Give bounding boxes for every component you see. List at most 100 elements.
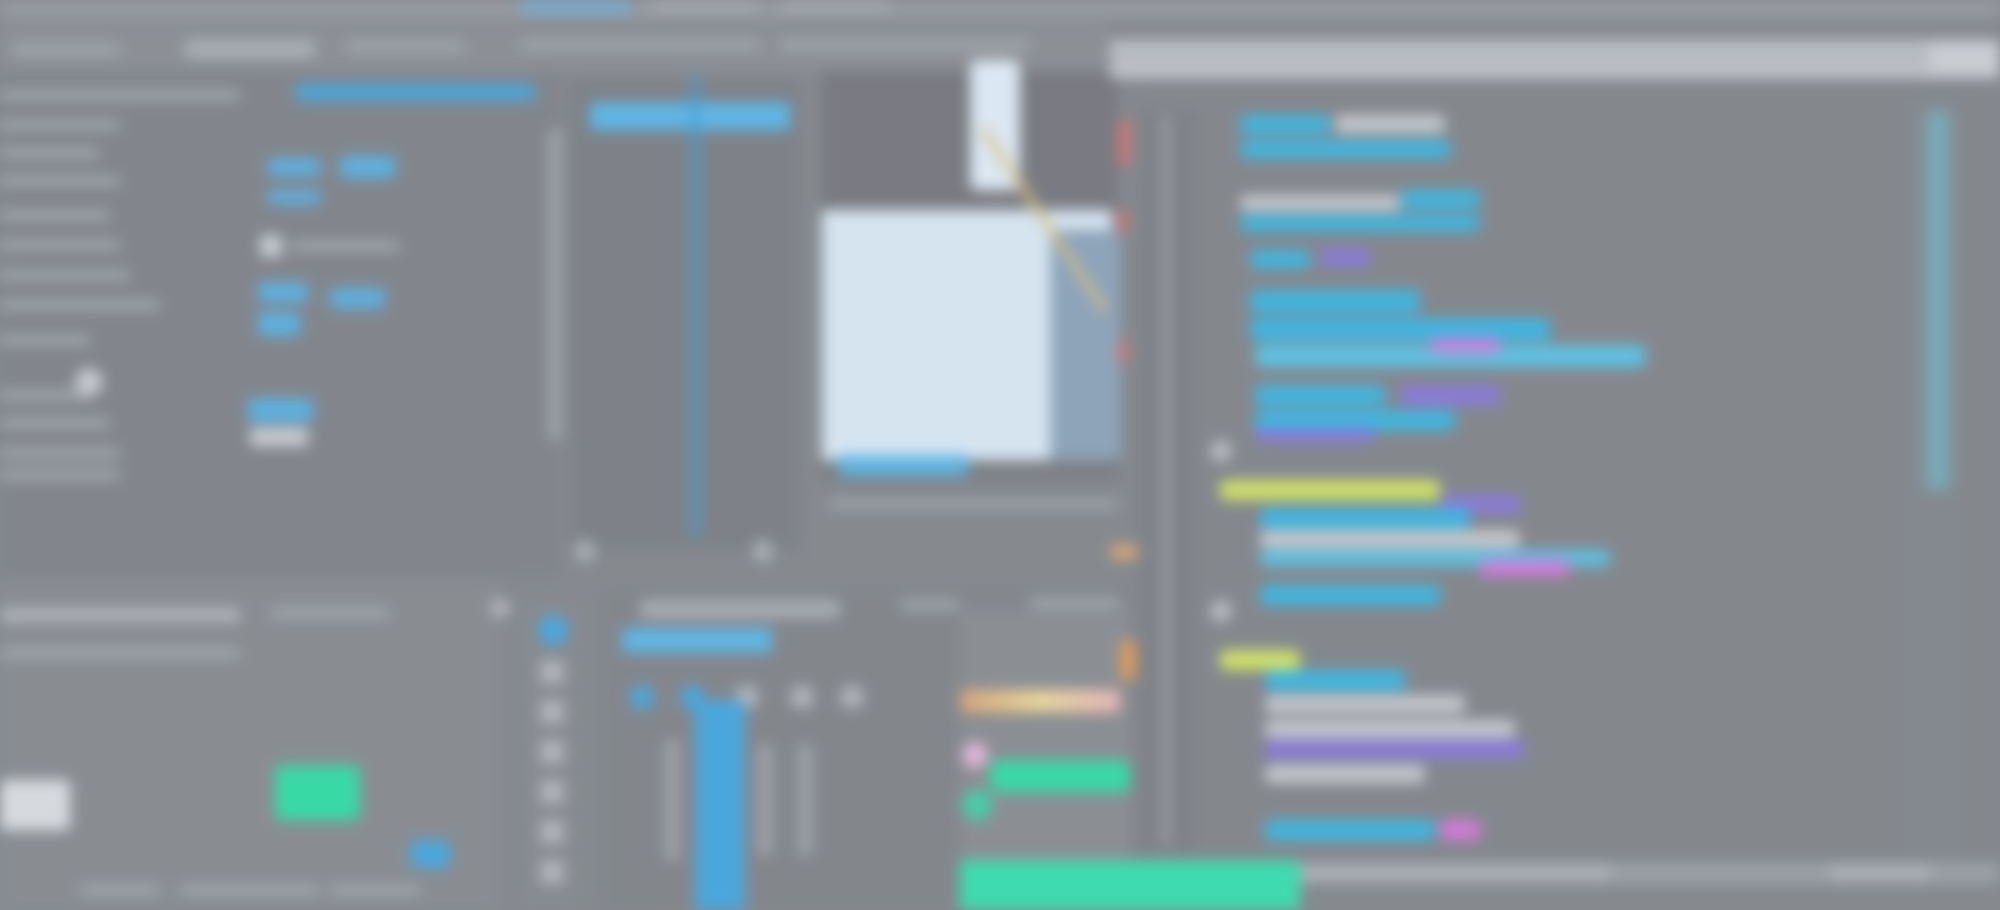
code-token	[1255, 428, 1375, 442]
code-token	[1320, 248, 1370, 266]
property-value-1[interactable]	[268, 158, 320, 176]
code-token	[1265, 720, 1515, 738]
menu-item-3[interactable]	[780, 2, 890, 12]
code-token	[1265, 820, 1435, 840]
project-search[interactable]	[0, 648, 240, 658]
effects-green-button[interactable]	[990, 760, 1130, 792]
code-token	[1240, 115, 1330, 133]
code-token	[1260, 508, 1470, 528]
meter-knob-right[interactable]	[752, 540, 774, 562]
toolbar-tab-5[interactable]	[780, 40, 1030, 50]
preview-red-marker-2	[1118, 210, 1128, 232]
effects-green-icon[interactable]	[962, 790, 992, 820]
effects-header	[1030, 598, 1120, 608]
fold-marker-1[interactable]	[1210, 440, 1232, 462]
code-editor-tab[interactable]	[1110, 42, 1930, 72]
orange-marker-2	[1110, 545, 1138, 559]
menu-item-2[interactable]	[650, 2, 760, 12]
slip-tool-icon[interactable]	[540, 780, 564, 804]
property-value-6[interactable]	[258, 312, 300, 336]
toolbar-tab-1[interactable]	[10, 44, 120, 54]
property-value-7[interactable]	[248, 398, 313, 422]
timeline-ctrl-4[interactable]	[790, 685, 814, 709]
preview-caption-bar[interactable]	[838, 455, 968, 475]
timeline-sequence-tab[interactable]	[622, 628, 772, 652]
toolbar-tab-4[interactable]	[520, 40, 760, 50]
editor-screen	[0, 0, 2000, 910]
timeline-ctrl-5[interactable]	[840, 685, 864, 709]
toolbar-tab-3[interactable]	[345, 42, 465, 52]
code-token	[1255, 410, 1455, 430]
preview-scrubber[interactable]	[828, 500, 1118, 508]
timeline-track-1	[665, 740, 679, 860]
menu-bar	[0, 0, 2000, 18]
properties-row-1	[0, 90, 240, 100]
code-token	[1250, 318, 1550, 340]
timeline-track-2	[758, 745, 772, 855]
minimap-highlight	[1925, 110, 1950, 490]
property-value-3[interactable]	[268, 190, 320, 204]
properties-row-9	[0, 335, 90, 345]
project-footer-3	[330, 885, 420, 895]
project-green-clip[interactable]	[275, 765, 360, 820]
toolbar-tab-2[interactable]	[185, 40, 315, 58]
checkbox-option[interactable]	[260, 235, 282, 257]
code-token	[1260, 530, 1520, 548]
preview-image-shade	[1050, 230, 1120, 460]
code-token	[1250, 290, 1420, 312]
project-tab-1[interactable]	[0, 608, 240, 622]
pen-tool-icon[interactable]	[540, 820, 564, 844]
code-token	[1265, 695, 1465, 713]
properties-row-12	[0, 448, 120, 458]
timeline-timecode	[900, 600, 960, 610]
track-tool-icon[interactable]	[540, 660, 564, 684]
project-tab-2[interactable]	[270, 608, 390, 618]
property-value-2[interactable]	[340, 156, 395, 178]
project-blue-marker[interactable]	[410, 840, 450, 868]
code-token	[1255, 385, 1385, 405]
properties-row-13	[0, 470, 120, 480]
property-value-5[interactable]	[330, 288, 385, 308]
meter-knob-left[interactable]	[574, 540, 596, 562]
effects-dot[interactable]	[962, 742, 988, 768]
timeline-tab[interactable]	[640, 600, 840, 618]
project-close-icon[interactable]	[490, 598, 510, 618]
meter-panel	[570, 80, 800, 550]
project-footer-2	[180, 885, 320, 895]
code-token	[1265, 670, 1405, 690]
project-media-clip[interactable]	[0, 780, 70, 830]
code-token	[1400, 385, 1500, 405]
code-token	[1480, 560, 1570, 576]
properties-row-3	[0, 148, 100, 158]
code-token	[1265, 765, 1425, 783]
properties-blue-header[interactable]	[295, 84, 535, 100]
properties-row-4	[0, 176, 120, 186]
code-token	[1240, 195, 1400, 211]
menu-item-1[interactable]	[520, 2, 630, 12]
code-token	[1400, 190, 1480, 208]
properties-row-8	[0, 300, 160, 310]
meter-level-line[interactable]	[692, 76, 698, 536]
code-token	[1220, 480, 1440, 500]
meter-header[interactable]	[590, 102, 790, 130]
razor-tool-icon[interactable]	[540, 740, 564, 764]
properties-row-11	[0, 418, 110, 428]
timeline-ctrl-1[interactable]	[630, 685, 654, 709]
hand-tool-icon[interactable]	[540, 860, 564, 884]
timeline-track-3	[798, 745, 812, 855]
preview-red-marker-3	[1118, 340, 1128, 362]
property-value-8[interactable]	[250, 428, 308, 446]
code-token	[1220, 650, 1300, 670]
properties-dial-icon[interactable]	[75, 368, 103, 396]
ripple-tool-icon[interactable]	[540, 700, 564, 724]
timeline-playhead[interactable]	[695, 700, 745, 910]
code-token	[1240, 215, 1480, 231]
effects-gradient[interactable]	[960, 690, 1120, 712]
fold-marker-2[interactable]	[1210, 600, 1232, 622]
effects-bottom-bar[interactable]	[960, 860, 1300, 910]
selection-tool-icon[interactable]	[538, 615, 568, 645]
checkbox-label	[290, 241, 400, 251]
properties-row-6	[0, 240, 120, 250]
properties-row-5	[0, 210, 110, 220]
property-value-4[interactable]	[258, 282, 308, 302]
